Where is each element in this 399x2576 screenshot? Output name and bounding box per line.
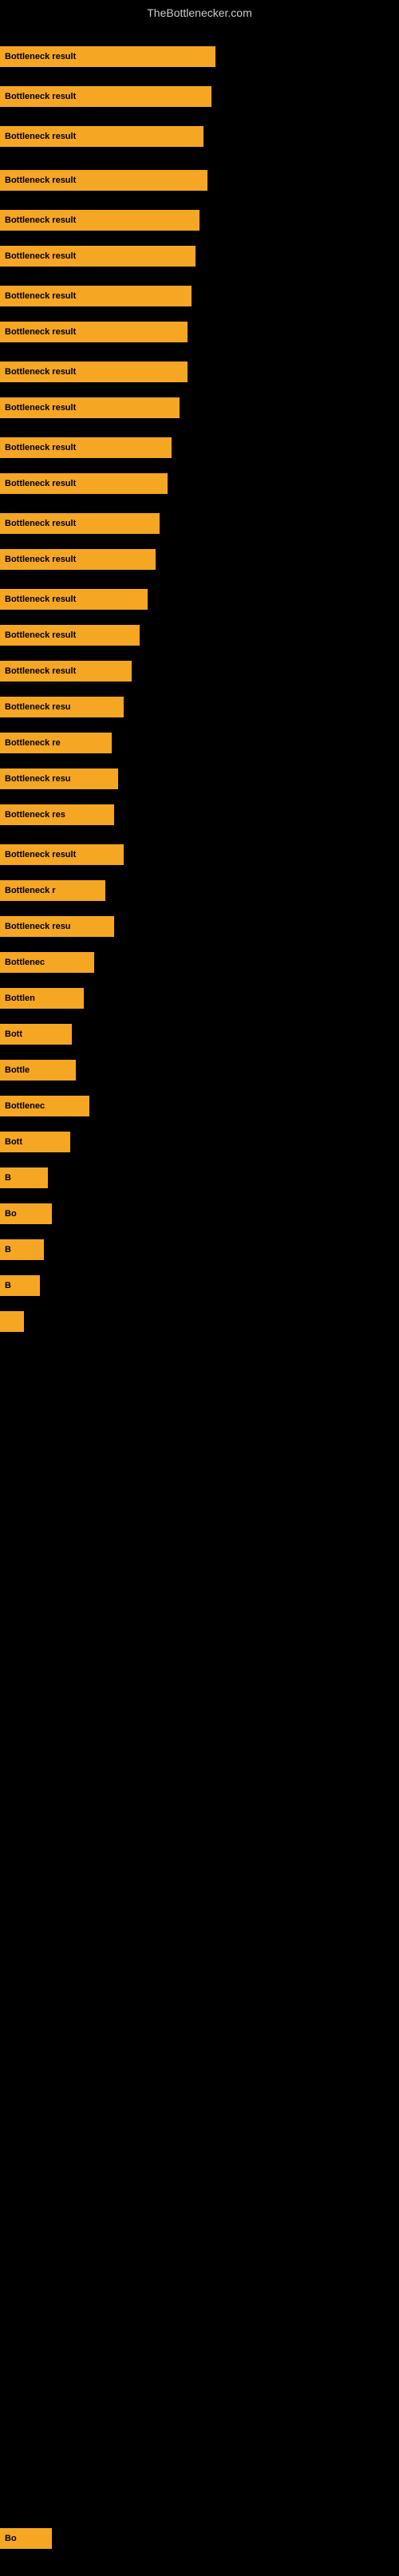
bar-row: Bo	[0, 2528, 52, 2549]
bar-label: Bottleneck resu	[5, 774, 71, 784]
bar-row: Bottleneck result	[0, 86, 211, 107]
bar-row: Bo	[0, 1203, 52, 1224]
bar-label: Bottleneck result	[5, 479, 76, 488]
bar-row: Bottleneck result	[0, 661, 132, 682]
bar-row: Bottleneck result	[0, 549, 156, 570]
bar-label: Bottleneck result	[5, 443, 76, 452]
bar-row: Bottleneck resu	[0, 697, 124, 717]
bar-row: Bottlen	[0, 988, 84, 1009]
bar-label: B	[5, 1173, 11, 1183]
bar-label: Bottleneck result	[5, 519, 76, 528]
bar-row: Bottleneck result	[0, 46, 215, 67]
bar-row: Bottleneck r	[0, 880, 105, 901]
bar-row: Bottleneck result	[0, 362, 188, 382]
site-title: TheBottlenecker.com	[0, 0, 399, 22]
bar-row	[0, 1311, 24, 1332]
bar-label: B	[5, 1281, 11, 1290]
bar-label: Bottleneck result	[5, 92, 76, 101]
bar-row: Bottleneck resu	[0, 768, 118, 789]
bar-row: Bottleneck resu	[0, 916, 114, 937]
bar-label: Bottleneck resu	[5, 922, 71, 931]
bar-label: Bo	[5, 1209, 17, 1219]
bar-row: B	[0, 1167, 48, 1188]
bar-label: Bott	[5, 1137, 22, 1147]
bar-label: Bottleneck result	[5, 367, 76, 377]
bar-label: Bottleneck result	[5, 555, 76, 564]
bar-row: Bottleneck result	[0, 126, 203, 147]
bar-label: Bottleneck res	[5, 810, 65, 820]
bar-label: Bottleneck result	[5, 403, 76, 413]
bar-label: B	[5, 1245, 11, 1254]
bar-label: Bottlenec	[5, 1101, 45, 1111]
bar-row: Bottlenec	[0, 952, 94, 973]
bar-label: Bottleneck result	[5, 132, 76, 141]
bar-label: Bottleneck resu	[5, 702, 71, 712]
bar-label: Bottleneck result	[5, 666, 76, 676]
bar-row: B	[0, 1275, 40, 1296]
bar-row: Bottleneck result	[0, 170, 207, 191]
bar-row: Bottleneck result	[0, 589, 148, 610]
bar-row: Bottleneck result	[0, 844, 124, 865]
bar-row: Bottleneck res	[0, 804, 114, 825]
bar-row: Bottleneck result	[0, 246, 196, 267]
bar-label: Bottleneck re	[5, 738, 61, 748]
bar-row: Bott	[0, 1024, 72, 1045]
bar-label: Bottlen	[5, 994, 35, 1003]
bar-label: Bottleneck result	[5, 327, 76, 337]
bar-row: Bottleneck result	[0, 513, 160, 534]
bar-row: Bottleneck re	[0, 733, 112, 753]
bar-row: Bott	[0, 1132, 70, 1152]
bar-row: Bottleneck result	[0, 210, 200, 231]
bar-row: Bottle	[0, 1060, 76, 1081]
bar-row: B	[0, 1239, 44, 1260]
bar-row: Bottleneck result	[0, 437, 172, 458]
bar-label: Bottleneck result	[5, 291, 76, 301]
bar-label: Bottleneck r	[5, 886, 56, 895]
bar-row: Bottleneck result	[0, 286, 192, 306]
bar-row: Bottleneck result	[0, 473, 168, 494]
bar-label: Bo	[5, 2534, 17, 2543]
bar-label: Bottleneck result	[5, 595, 76, 604]
bar-row: Bottleneck result	[0, 397, 180, 418]
bar-label: Bottlenec	[5, 958, 45, 967]
bar-label: Bottleneck result	[5, 52, 76, 61]
bar-row: Bottlenec	[0, 1096, 89, 1116]
bar-label: Bottleneck result	[5, 850, 76, 859]
bar-label: Bottleneck result	[5, 251, 76, 261]
bar-row: Bottleneck result	[0, 625, 140, 646]
bar-label: Bottle	[5, 1065, 30, 1075]
bar-label: Bottleneck result	[5, 215, 76, 225]
bar-label: Bottleneck result	[5, 176, 76, 185]
bar-label: Bott	[5, 1029, 22, 1039]
bar-row: Bottleneck result	[0, 322, 188, 342]
bar-label: Bottleneck result	[5, 630, 76, 640]
